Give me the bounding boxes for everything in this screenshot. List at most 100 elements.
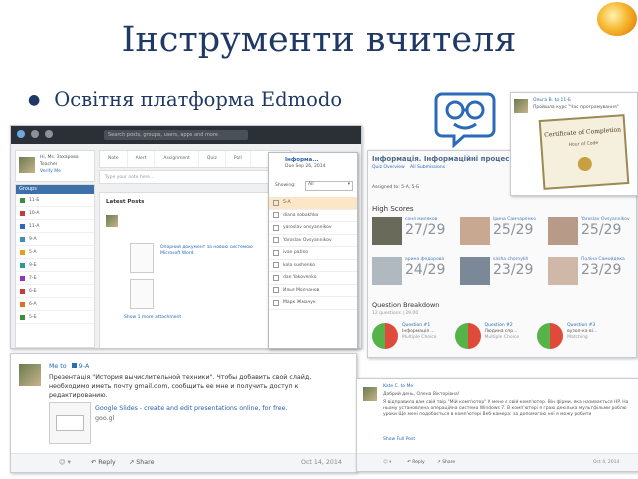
comment-greeting: Добрий день, Олена Вікторівна! [383,392,460,397]
profile-name[interactable]: Hi, Ms. Захарова [40,155,79,161]
edmodo-logo-icon [434,92,496,148]
group-label: 6-А [29,301,37,307]
sidebar-item-group[interactable]: 9-Б [16,259,94,272]
tab-all-submissions[interactable]: All Submissions [410,165,445,171]
sidebar-item-group[interactable]: 11-А [16,220,94,233]
student-icon [273,199,279,206]
student-name: dan Yakovenko [283,275,317,281]
score-card[interactable]: соня миляков 27/29 [372,217,456,247]
student-name: kola sushenko [283,262,315,268]
student-score: 24/29 [405,262,446,278]
list-item[interactable]: diana sobakhko [269,210,357,222]
list-item[interactable]: 5-А [269,197,357,210]
reply-button[interactable]: ↶ Reply [91,458,116,467]
reply-label: Reply [98,459,116,466]
attachment-link-title[interactable]: Google Slides - create and edit presenta… [95,404,288,413]
popup-due: Due Sep 26, 2014 [285,164,326,169]
reply-label: Reply [412,460,425,465]
group-color-icon [20,262,25,268]
student-score: 23/29 [581,262,622,278]
list-item[interactable]: Илья Молчанов [269,285,357,297]
search-input[interactable]: Search posts, groups, users, apps and mo… [104,130,248,140]
score-info: Yaroslav Ovsyannikov 25/29 [581,217,630,238]
groups-panel: Groups 11-Б 10-А 11-А 9-А 5-А 9-Б 7-Б 6-Б 6-А 5-Б [15,184,95,348]
student-name: Илья Молчанов [283,287,320,293]
post-author-name[interactable]: Me to [49,363,67,370]
sidebar-item-group[interactable]: 5-Б [16,311,94,324]
list-item[interactable]: ivan patino [269,247,357,260]
score-card[interactable]: sasha chornykh 23/29 [460,257,544,287]
sidebar-item-group[interactable]: 10-А [16,207,94,220]
group-label: 5-А [29,249,37,255]
tab-alert[interactable]: Alert [128,151,156,167]
breakdown-title: Question Breakdown [372,301,440,309]
document-thumbnail-icon[interactable] [130,243,154,273]
slides-thumbnail[interactable] [49,402,91,444]
post-avatar [514,99,528,113]
score-card[interactable]: арина федорова 24/29 [372,257,456,287]
sidebar-item-group[interactable]: 11-Б [16,194,94,207]
showing-select[interactable]: All ▾ [305,181,353,191]
document-thumbnail-icon[interactable] [130,279,154,309]
group-color-icon [20,314,25,320]
high-scores-grid: соня миляков 27/29 Ірина Самчаренко 25/29 Ya… [372,217,634,287]
show-more-link[interactable]: Show 1 more attachment [124,315,181,321]
home-icon[interactable] [17,130,25,138]
student-score: 25/29 [493,222,534,238]
share-button[interactable]: ↗ Share [129,458,154,467]
tab-poll[interactable]: Poll [226,151,251,167]
group-label: 9-А [29,236,37,242]
student-photo [548,257,578,285]
show-full-post-link[interactable]: Show Full Post [383,437,415,443]
showing-value: All [308,182,314,187]
sidebar-item-group[interactable]: 9-А [16,233,94,246]
reaction-icon[interactable]: ☺ ▾ [383,460,391,466]
post-input[interactable]: Type your note here... [99,170,289,184]
certificate-image[interactable]: Certificate of Completion Hour of Code [538,114,630,190]
certificate-title: Certificate of Completion [544,126,622,139]
verify-link[interactable]: Verify Me [40,169,61,175]
list-item[interactable]: dan Yakovenko [269,272,357,285]
profile-role: Teacher [40,162,58,167]
share-button[interactable]: ↗ Share [437,460,455,466]
list-item[interactable]: Марк Жмачук [269,297,357,310]
score-card[interactable]: Yaroslav Ovsyannikov 25/29 [548,217,632,247]
student-score: 23/29 [493,262,534,278]
tab-assignment[interactable]: Assignment [155,151,199,167]
slide-preview-icon [56,415,84,431]
reply-button[interactable]: ↶ Reply [407,460,425,466]
globe-icon[interactable] [31,130,39,138]
question-item[interactable]: Question #2 Людина спр... Multiple Choice [454,323,519,349]
group-label: 5-Б [29,314,37,320]
sidebar-item-group[interactable]: 7-Б [16,272,94,285]
tab-quiz-overview[interactable]: Quiz Overview [372,165,405,171]
sidebar-item-group[interactable]: 6-Б [16,285,94,298]
backpack-icon[interactable] [45,130,53,138]
tab-quiz[interactable]: Quiz [199,151,226,167]
share-label: Share [136,459,155,466]
certificate-post-screenshot: Ольга В. to 11-Б Пройшла курс "Час прогр… [510,92,638,196]
student-icon [273,262,279,269]
student-icon [273,212,279,219]
score-info: Ірина Самчаренко 25/29 [493,217,536,238]
list-item[interactable]: yaroslav onsyannikov [269,222,357,235]
score-card[interactable]: Поліна Самойдека 23/29 [548,257,632,287]
sidebar-item-group[interactable]: 6-А [16,298,94,311]
question-item[interactable]: Question #1 Інформація ... Multiple Choice [372,323,437,349]
tab-note[interactable]: Note [100,151,128,167]
post-author: Me to 9-А [49,362,89,371]
student-photo [372,257,402,285]
group-color-icon [71,363,77,368]
reaction-icon[interactable]: ☺ ▾ [59,458,71,467]
avatar[interactable] [19,157,35,173]
attachment-link[interactable]: Опорний документ за новою системою Micro… [160,245,260,257]
post-group[interactable]: 9-А [79,363,90,370]
showing-label: Showing: [275,183,296,188]
comment-author[interactable]: Kate C. to Me [383,384,413,390]
score-card[interactable]: Ірина Самчаренко 25/29 [460,217,544,247]
question-item[interactable]: Question #3 вузол-ка ві... Matching [537,323,597,349]
list-item[interactable]: kola sushenko [269,260,357,272]
list-item[interactable]: Yaroslav Ovsyannikov [269,235,357,247]
assignment-popup: Інформа... Due Sep 26, 2014 Showing: All… [268,152,358,349]
sidebar-item-group[interactable]: 5-А [16,246,94,259]
